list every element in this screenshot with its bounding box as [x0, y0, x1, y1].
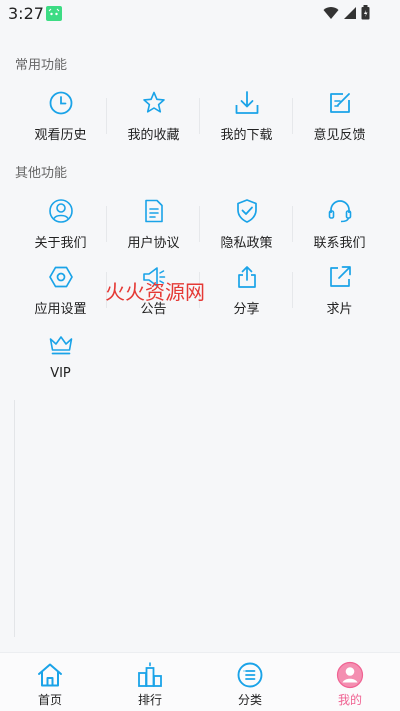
hexagon-settings-icon — [48, 264, 74, 290]
signal-icon — [343, 5, 357, 24]
nav-label-ranking: 排行 — [137, 693, 162, 707]
app-settings-button[interactable]: 应用设置 — [14, 264, 107, 322]
home-icon — [36, 661, 64, 689]
vip-button[interactable]: VIP — [14, 332, 107, 390]
contact-us-button[interactable]: 联系我们 — [293, 198, 386, 256]
share-icon — [234, 264, 260, 290]
nav-label-profile: 我的 — [337, 693, 362, 707]
section-title-other: 其他功能 — [15, 166, 68, 181]
status-time: 3:27 — [8, 4, 44, 23]
vip-label: VIP — [50, 366, 71, 381]
contact-us-label: 联系我们 — [313, 236, 366, 251]
wifi-icon — [323, 5, 339, 24]
about-us-label: 关于我们 — [34, 236, 87, 251]
watermark-text: 火火资源网 — [105, 280, 205, 304]
feedback-button[interactable]: 意见反馈 — [293, 90, 386, 148]
star-icon — [141, 90, 167, 116]
nav-label-home: 首页 — [37, 693, 62, 707]
battery-icon — [361, 5, 370, 24]
status-icons — [323, 5, 370, 24]
about-us-button[interactable]: 关于我们 — [14, 198, 107, 256]
headset-icon — [327, 198, 353, 224]
nav-item-profile[interactable]: 我的 — [300, 653, 400, 711]
nav-label-category: 分类 — [237, 693, 262, 707]
profile-icon — [336, 661, 364, 689]
share-button[interactable]: 分享 — [200, 264, 293, 322]
section-title-common: 常用功能 — [15, 58, 68, 73]
my-favorites-button[interactable]: 我的收藏 — [107, 90, 200, 148]
category-icon — [236, 661, 264, 689]
user-agreement-button[interactable]: 用户协议 — [107, 198, 200, 256]
privacy-policy-button[interactable]: 隐私政策 — [200, 198, 293, 256]
request-movie-label: 求片 — [326, 302, 353, 317]
nav-item-home[interactable]: 首页 — [0, 653, 100, 711]
download-icon — [234, 90, 260, 116]
shield-check-icon — [234, 198, 260, 224]
feedback-label: 意见反馈 — [313, 128, 366, 143]
user-icon — [48, 198, 74, 224]
nav-item-category[interactable]: 分类 — [200, 653, 300, 711]
edit-icon — [327, 90, 353, 116]
user-agreement-label: 用户协议 — [127, 236, 180, 251]
ranking-icon — [136, 661, 164, 689]
android-notification-icon — [46, 6, 62, 21]
content-divider — [14, 400, 15, 637]
bottom-nav: 首页 排行 分类 我的 — [0, 652, 400, 711]
status-bar: 3:27 — [0, 0, 400, 28]
my-downloads-label: 我的下载 — [220, 128, 273, 143]
watch-history-label: 观看历史 — [34, 128, 87, 143]
my-downloads-button[interactable]: 我的下载 — [200, 90, 293, 148]
privacy-policy-label: 隐私政策 — [220, 236, 273, 251]
external-link-icon — [327, 264, 353, 290]
my-favorites-label: 我的收藏 — [127, 128, 180, 143]
clock-icon — [48, 90, 74, 116]
share-label: 分享 — [233, 302, 260, 317]
nav-item-ranking[interactable]: 排行 — [100, 653, 200, 711]
crown-icon — [48, 332, 74, 358]
document-icon — [141, 198, 167, 224]
app-settings-label: 应用设置 — [34, 302, 87, 317]
watch-history-button[interactable]: 观看历史 — [14, 90, 107, 148]
request-movie-button[interactable]: 求片 — [293, 264, 386, 322]
